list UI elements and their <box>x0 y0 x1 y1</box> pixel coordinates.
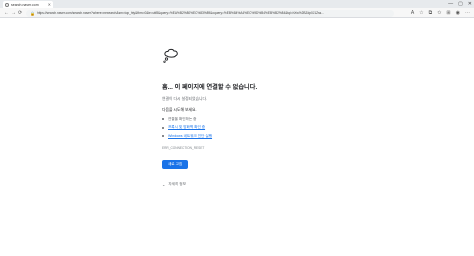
page-icon <box>5 2 9 7</box>
minimize-icon[interactable]: — <box>448 0 453 8</box>
error-subtitle: 연결이 다시 설정되었습니다. <box>162 97 208 101</box>
favorites-icon[interactable]: ✩ <box>437 10 441 17</box>
suggestion-check-connection: 연결을 확인하는 중 <box>168 116 197 121</box>
suggestion-item: 연결을 확인하는 중 <box>162 117 362 122</box>
suggestion-network-diagnostics-link[interactable]: Windows 네트워크 진단 실행 <box>168 134 212 139</box>
collections-icon[interactable]: ⊞ <box>446 10 450 17</box>
address-bar[interactable]: 🔒 https://search.naver.com/search.naver?… <box>26 9 394 17</box>
close-window-icon[interactable]: ✕ <box>468 0 472 8</box>
suggestion-item: Windows 네트워크 진단 실행 <box>162 134 362 139</box>
thought-cloud-icon <box>163 48 178 63</box>
refresh-icon[interactable]: ⟳ <box>18 10 22 16</box>
profile-icon[interactable]: ◉ <box>456 10 460 17</box>
error-page: 흠... 이 페이지에 연결할 수 없습니다. 연결이 다시 설정되었습니다. … <box>162 48 362 187</box>
suggestions-title: 다음을 시도해 보세요. <box>162 108 197 112</box>
browser-tab[interactable]: search.naver.com ✕ <box>3 1 53 8</box>
forward-icon[interactable]: → <box>11 10 16 16</box>
error-code: ERR_CONNECTION_RESET <box>162 145 205 150</box>
maximize-icon[interactable]: ▢ <box>458 0 463 8</box>
chevron-down-icon: ⌄ <box>162 181 166 187</box>
split-screen-icon[interactable]: ⧉ <box>429 10 433 17</box>
lock-icon[interactable]: 🔒 <box>30 11 35 16</box>
suggestion-list: 연결을 확인하는 중 프록시 및 방화벽 확인 중 Windows 네트워크 진… <box>162 117 362 139</box>
menu-icon[interactable]: ⋯ <box>465 10 470 17</box>
favorite-star-icon[interactable]: ☆ <box>419 10 423 17</box>
close-tab-icon[interactable]: ✕ <box>48 2 51 7</box>
details-toggle[interactable]: ⌄ 자세히 정보 <box>162 182 362 187</box>
tab-strip: search.naver.com ✕ — ▢ ✕ <box>0 0 474 8</box>
browser-toolbar: ← → ⟳ 🔒 https://search.naver.com/search.… <box>0 8 474 18</box>
back-icon[interactable]: ← <box>4 10 9 16</box>
url-text[interactable]: https://search.naver.com/search.naver?wh… <box>37 11 324 15</box>
bullet-icon <box>162 118 164 120</box>
details-label: 자세히 정보 <box>168 181 186 186</box>
toolbar-icons: A ☆ ⧉ ✩ ⊞ ◉ ⋯ <box>411 10 470 17</box>
reload-button[interactable]: 새로 고침 <box>162 159 189 169</box>
suggestion-item: 프록시 및 방화벽 확인 중 <box>162 125 362 130</box>
suggestion-proxy-firewall-link[interactable]: 프록시 및 방화벽 확인 중 <box>168 125 205 130</box>
read-aloud-icon[interactable]: A <box>411 10 414 17</box>
bullet-icon <box>162 135 164 137</box>
error-heading: 흠... 이 페이지에 연결할 수 없습니다. <box>162 84 258 91</box>
tab-title: search.naver.com <box>11 2 39 7</box>
bullet-icon <box>162 126 164 129</box>
window-controls: — ▢ ✕ <box>448 0 472 8</box>
